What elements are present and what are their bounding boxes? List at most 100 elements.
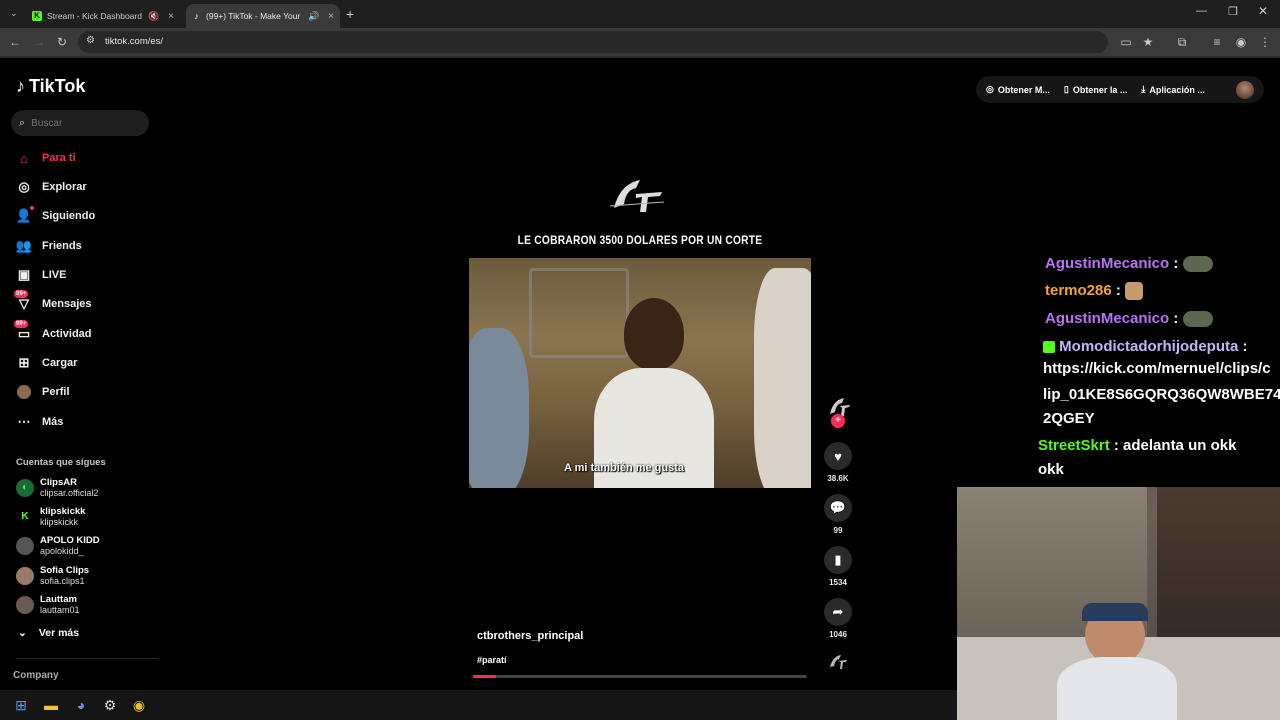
phone-icon: ▯ <box>1063 84 1069 94</box>
muted-audio-icon[interactable]: 🔇 <box>148 11 159 22</box>
chrome-icon[interactable]: ◉ <box>129 695 149 715</box>
nav-para-ti[interactable]: ⌂ Para ti <box>16 148 76 168</box>
close-icon[interactable]: × <box>168 11 174 22</box>
chat-text: adelanta un okk <box>1123 437 1237 454</box>
tab-tiktok[interactable]: ♪ (99+) TikTok - Make Your Da 🔊 × <box>186 4 340 28</box>
minimize-icon[interactable]: — <box>1196 5 1207 17</box>
desktop-app-button[interactable]: ⤓ Aplicación ... <box>1141 84 1205 95</box>
heart-icon[interactable]: ♥ <box>824 442 852 470</box>
media-control-icon[interactable]: ≡ <box>1208 33 1226 51</box>
video-player[interactable] <box>469 258 811 488</box>
account-username: apolokidd_ <box>40 546 84 556</box>
messages-icon: ▽ 99+ <box>14 290 29 311</box>
chrome-divider <box>0 56 1280 58</box>
nav-siguiendo[interactable]: 👤 Siguiendo <box>16 206 95 226</box>
new-tab-button[interactable]: + <box>346 6 354 22</box>
tab-title: (99+) TikTok - Make Your Da <box>206 11 303 21</box>
get-coins-button[interactable]: ◎ Obtener M... <box>986 84 1050 95</box>
share-icon[interactable]: ➦ <box>824 598 852 626</box>
nav-label: Friends <box>42 240 82 252</box>
video-progress-bar[interactable] <box>473 675 807 678</box>
see-more-label: Ver más <box>38 627 80 639</box>
video-hashtag[interactable]: #paratí <box>477 655 507 665</box>
tiktok-logo[interactable]: ♪ TikTok <box>16 76 85 97</box>
avatar: K <box>16 507 34 526</box>
profile-avatar[interactable] <box>1236 80 1254 99</box>
cast-icon[interactable]: ▭ <box>1117 33 1135 51</box>
basketball-hoop-shape <box>529 268 629 358</box>
chat-username: StreetSkrt <box>1038 437 1110 454</box>
like-action[interactable]: ♥ 38.6K <box>822 442 854 483</box>
nav-explorar[interactable]: ◎ Explorar <box>16 177 87 197</box>
file-explorer-icon[interactable]: ▬ <box>41 695 61 715</box>
subscriber-badge-icon <box>1043 341 1055 354</box>
save-count: 1534 <box>829 578 847 587</box>
account-username: clipsar.official2 <box>40 488 99 498</box>
windows-start-icon[interactable]: ⊞ <box>11 695 31 715</box>
company-link[interactable]: Company <box>13 670 59 681</box>
extensions-icon[interactable]: ⧉ <box>1173 33 1191 51</box>
friends-icon: 👥 <box>15 238 33 253</box>
followed-account[interactable]: APOLO KIDD apolokidd_ <box>16 535 100 556</box>
forward-icon[interactable]: → <box>30 33 48 51</box>
cat-emote-icon <box>1125 282 1144 301</box>
nav-actividad[interactable]: ▭ 99+ Actividad <box>14 320 92 344</box>
tab-search-dropdown[interactable]: ⌄ <box>4 5 22 21</box>
nav-cargar[interactable]: ⊞ Cargar <box>16 353 78 373</box>
chat-message: Momodictadorhijodeputa : <box>1043 336 1280 358</box>
nav-mensajes[interactable]: ▽ 99+ Mensajes <box>14 290 92 314</box>
save-action[interactable]: ▮ 1534 <box>822 546 854 587</box>
sidebar-divider <box>16 658 158 659</box>
window-close-icon[interactable]: ✕ <box>1258 4 1268 18</box>
followed-account[interactable]: K klipskickk klipskickk <box>16 506 85 527</box>
url-text[interactable]: tiktok.com/es/ <box>105 36 163 47</box>
reload-icon[interactable]: ↻ <box>53 33 71 51</box>
nav-label: Explorar <box>42 181 87 193</box>
music-disc-icon[interactable] <box>826 652 848 672</box>
nav-friends[interactable]: 👥 Friends <box>16 236 82 256</box>
download-icon: ⤓ <box>1141 84 1146 94</box>
tab-kick-dashboard[interactable]: K Stream - Kick Dashboard 🔇 × <box>26 4 180 28</box>
kick-icon: K <box>32 11 42 21</box>
bookmark-icon[interactable]: ▮ <box>824 546 852 574</box>
search-box[interactable]: ⌕ <box>11 110 149 136</box>
get-app-button[interactable]: ▯ Obtener la ... <box>1064 84 1127 95</box>
follow-button[interactable]: + <box>831 414 845 428</box>
bookmark-star-icon[interactable]: ★ <box>1139 33 1157 51</box>
back-icon[interactable]: ← <box>6 33 24 51</box>
discord-icon[interactable]: ◕ <box>71 695 91 715</box>
close-icon[interactable]: × <box>328 11 334 22</box>
nav-live[interactable]: ▣ LIVE <box>16 265 67 285</box>
share-action[interactable]: ➦ 1046 <box>822 598 854 639</box>
chat-link-line[interactable]: lip_01KE8S6GQRQ36QW8WBE74 <box>1043 384 1280 406</box>
comment-icon[interactable]: 💬 <box>824 494 852 522</box>
browser-menu-icon[interactable]: ⋮ <box>1256 33 1274 51</box>
profile-icon <box>16 384 32 400</box>
search-input[interactable] <box>31 117 132 129</box>
chat-separator: : <box>1169 255 1179 272</box>
chat-link-line[interactable]: 2QGEY <box>1043 408 1095 430</box>
followed-account[interactable]: ◐ ClipsAR clipsar.official2 <box>16 477 98 498</box>
account-username: sofia.clips1 <box>40 576 85 586</box>
tiktok-icon: ♪ <box>194 11 199 21</box>
restore-icon[interactable]: ❐ <box>1228 5 1238 18</box>
chat-separator: : <box>1111 282 1121 299</box>
chat-separator: : <box>1238 338 1248 355</box>
app-icon[interactable]: ⚙ <box>100 695 120 715</box>
messages-badge: 99+ <box>14 290 29 298</box>
audio-icon[interactable]: 🔊 <box>308 11 319 22</box>
nav-mas[interactable]: ⋯ Más <box>16 412 64 432</box>
followed-account[interactable]: Lauttam lauttam01 <box>16 594 80 615</box>
followed-account[interactable]: Sofia Clips sofia.clips1 <box>16 565 89 586</box>
see-more-button[interactable]: ⌄ Ver más <box>18 627 79 639</box>
emote-icon <box>1182 311 1213 328</box>
site-info-icon[interactable]: ⚙ <box>86 35 95 46</box>
comment-action[interactable]: 💬 99 <box>822 494 854 535</box>
streamer-shirt-shape <box>1057 657 1177 720</box>
browser-profile-icon[interactable]: ◉ <box>1232 33 1250 51</box>
chat-username: AgustinMecanico <box>1045 255 1170 272</box>
address-bar[interactable] <box>78 31 1108 53</box>
video-author[interactable]: ctbrothers_principal <box>477 630 583 642</box>
chat-link-line[interactable]: https://kick.com/mernuel/clips/c <box>1043 358 1271 380</box>
nav-perfil[interactable]: Perfil <box>16 382 70 402</box>
